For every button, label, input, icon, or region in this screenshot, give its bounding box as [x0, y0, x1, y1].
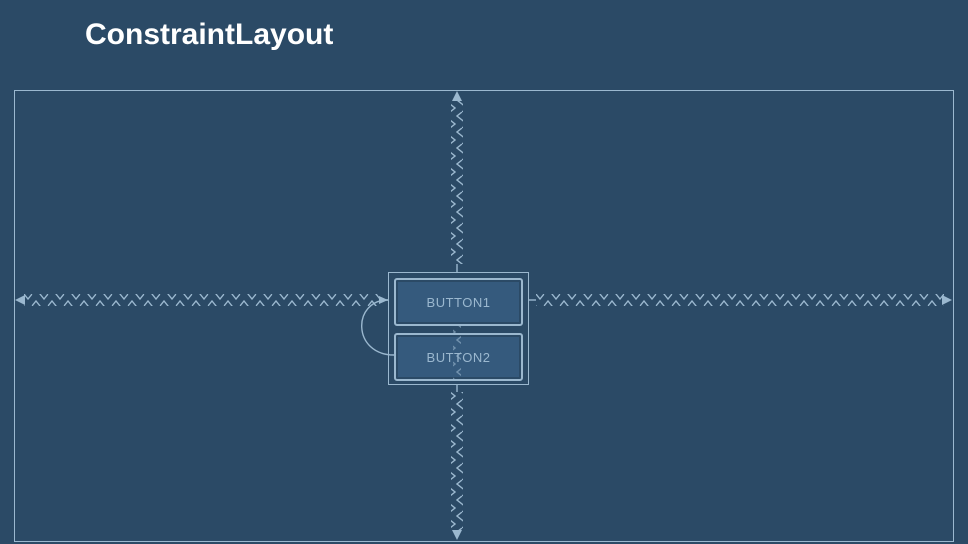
button-group: BUTTON1 BUTTON2 — [388, 272, 529, 385]
page-title: ConstraintLayout — [85, 18, 333, 52]
button-2-label: BUTTON2 — [427, 350, 491, 365]
button-2[interactable]: BUTTON2 — [394, 333, 523, 381]
button-1-label: BUTTON1 — [427, 295, 491, 310]
button-1[interactable]: BUTTON1 — [394, 278, 523, 326]
